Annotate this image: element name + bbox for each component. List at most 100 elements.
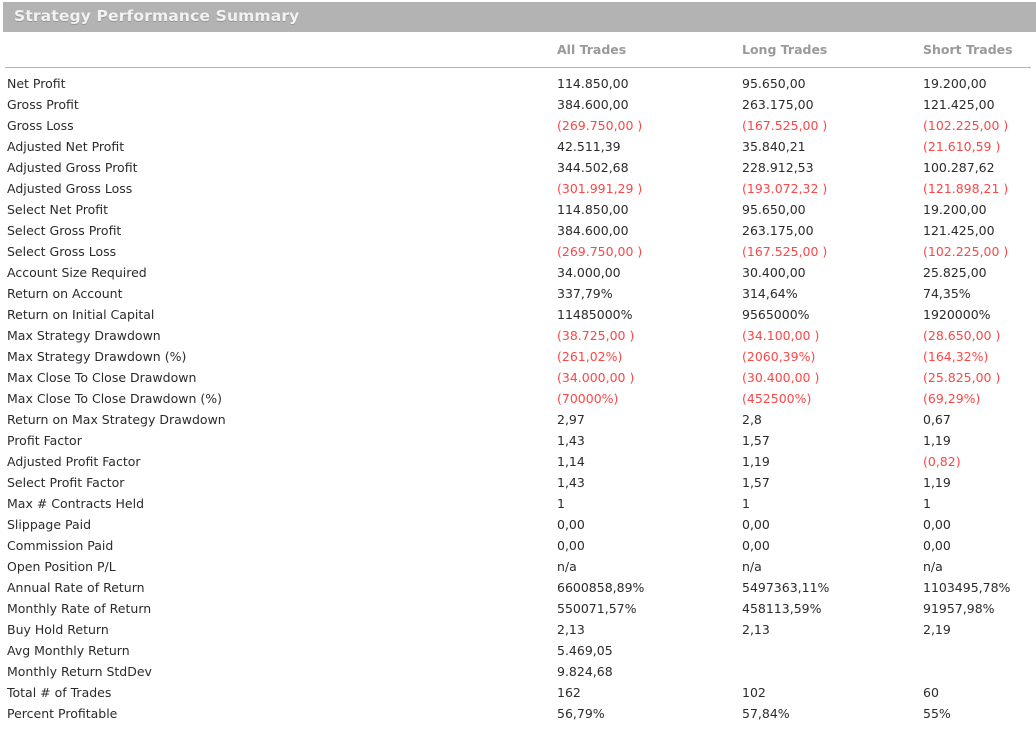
metric-label: Select Gross Loss — [7, 241, 116, 262]
metric-value: (30.400,00 ) — [742, 367, 819, 388]
metric-value: 228.912,53 — [742, 157, 814, 178]
metrics-table: Net Profit 114.850,00 95.650,00 19.200,00 Gr… — [0, 73, 1036, 724]
metric-value: 60 — [923, 682, 939, 703]
metric-value: 102 — [742, 682, 766, 703]
metric-value: (25.825,00 ) — [923, 367, 1000, 388]
metric-label: Slippage Paid — [7, 514, 91, 535]
metric-value: n/a — [742, 556, 762, 577]
metric-value: 1,19 — [742, 451, 770, 472]
metric-value: n/a — [557, 556, 577, 577]
metric-value: 121.425,00 — [923, 220, 995, 241]
metric-value: (38.725,00 ) — [557, 325, 634, 346]
metric-value: (34.000,00 ) — [557, 367, 634, 388]
metric-label: Return on Initial Capital — [7, 304, 154, 325]
metric-value: (164,32%) — [923, 346, 988, 367]
table-row: Select Gross Profit384.600,00263.175,001… — [0, 220, 1036, 241]
table-row: Adjusted Gross Loss (301.991,29 ) (193.072… — [0, 178, 1036, 199]
metric-value: 1103495,78% — [923, 577, 1010, 598]
metric-label: Adjusted Gross Profit — [7, 157, 137, 178]
metric-value: 1 — [923, 493, 931, 514]
metric-label: Adjusted Net Profit — [7, 136, 124, 157]
metric-label: Max Close To Close Drawdown — [7, 367, 196, 388]
table-row: Commission Paid0,000,000,00 — [0, 535, 1036, 556]
metric-label: Gross Profit — [7, 94, 79, 115]
metric-value: 0,00 — [742, 514, 770, 535]
table-row: Max Strategy Drawdown (%)(261,02%)(2060,… — [0, 346, 1036, 367]
metric-label: Max Close To Close Drawdown (%) — [7, 388, 222, 409]
metric-value: 0,00 — [923, 535, 951, 556]
metric-value: 1,14 — [557, 451, 585, 472]
metric-value: 1 — [742, 493, 750, 514]
metric-value: (167.525,00 ) — [742, 115, 827, 136]
metric-label: Account Size Required — [7, 262, 147, 283]
metric-label: Return on Account — [7, 283, 122, 304]
table-row: Buy Hold Return2,132,132,19 — [0, 619, 1036, 640]
metric-value: (70000%) — [557, 388, 618, 409]
table-row: Monthly Return StdDev9.824,68 — [0, 661, 1036, 682]
table-row: Percent Profitable 56,79% 57,84% 55% — [0, 703, 1036, 724]
table-row: Annual Rate of Return6600858,89%5497363,… — [0, 577, 1036, 598]
metric-value: (452500%) — [742, 388, 811, 409]
metric-value: (269.750,00 ) — [557, 115, 642, 136]
metric-value: 1,57 — [742, 430, 770, 451]
metric-value: 57,84% — [742, 703, 790, 724]
metric-value: (193.072,32 ) — [742, 178, 827, 199]
metric-value: 263.175,00 — [742, 94, 814, 115]
metric-label: Max Strategy Drawdown (%) — [7, 346, 186, 367]
metric-value: 1,19 — [923, 430, 951, 451]
table-row: Monthly Rate of Return550071,57%458113,5… — [0, 598, 1036, 619]
metric-value: 95.650,00 — [742, 73, 806, 94]
metric-value: 1 — [557, 493, 565, 514]
metric-label: Max # Contracts Held — [7, 493, 144, 514]
table-row: Select Net Profit114.850,0095.650,0019.2… — [0, 199, 1036, 220]
metric-label: Adjusted Gross Loss — [7, 178, 132, 199]
metric-value: 2,8 — [742, 409, 762, 430]
metric-label: Profit Factor — [7, 430, 82, 451]
metric-value: 458113,59% — [742, 598, 821, 619]
metric-value: 2,13 — [742, 619, 770, 640]
table-row: Total # of Trades16210260 — [0, 682, 1036, 703]
table-row: Select Profit Factor1,431,571,19 — [0, 472, 1036, 493]
metric-value: 0,00 — [923, 514, 951, 535]
metric-value: 55% — [923, 703, 951, 724]
metric-value: (269.750,00 ) — [557, 241, 642, 262]
metric-value: 162 — [557, 682, 581, 703]
metric-value: 114.850,00 — [557, 199, 629, 220]
table-row: Adjusted Profit Factor1,141,19(0,82) — [0, 451, 1036, 472]
metric-value: 9.824,68 — [557, 661, 613, 682]
metric-value: (21.610,59 ) — [923, 136, 1000, 157]
metric-value: 1,19 — [923, 472, 951, 493]
metric-label: Return on Max Strategy Drawdown — [7, 409, 226, 430]
metric-value: 9565000% — [742, 304, 810, 325]
metric-value: 6600858,89% — [557, 577, 644, 598]
metric-value: 30.400,00 — [742, 262, 806, 283]
metric-label: Percent Profitable — [7, 703, 117, 724]
metric-value: 35.840,21 — [742, 136, 806, 157]
table-row: Return on Account337,79%314,64%74,35% — [0, 283, 1036, 304]
metric-label: Net Profit — [7, 73, 66, 94]
metric-value: 314,64% — [742, 283, 798, 304]
metric-value: 56,79% — [557, 703, 605, 724]
table-row: Gross Loss(269.750,00 )(167.525,00 )(102… — [0, 115, 1036, 136]
metric-label: Adjusted Profit Factor — [7, 451, 141, 472]
metric-value: 344.502,68 — [557, 157, 629, 178]
table-row: Return on Initial Capital11485000%956500… — [0, 304, 1036, 325]
table-row: Net Profit114.850,0095.650,0019.200,00 — [0, 73, 1036, 94]
column-header-all-trades: All Trades — [557, 42, 626, 57]
metric-label: Select Gross Profit — [7, 220, 121, 241]
metric-value: 34.000,00 — [557, 262, 621, 283]
column-header-short-trades: Short Trades — [923, 42, 1013, 57]
metric-value: 2,19 — [923, 619, 951, 640]
metric-value: (301.991,29 ) — [557, 178, 642, 199]
metric-value: 263.175,00 — [742, 220, 814, 241]
table-row: Max Strategy Drawdown(38.725,00 )(34.100… — [0, 325, 1036, 346]
table-row: Avg Monthly Return5.469,05 — [0, 640, 1036, 661]
metric-value: 2,13 — [557, 619, 585, 640]
metric-value: 19.200,00 — [923, 73, 987, 94]
table-row: Return on Max Strategy Drawdown2,972,80,… — [0, 409, 1036, 430]
metric-value: (102.225,00 ) — [923, 115, 1008, 136]
table-row: Profit Factor1,431,571,19 — [0, 430, 1036, 451]
table-row: Max Close To Close Drawdown (34.000,00 ) (… — [0, 367, 1036, 388]
metric-value: (167.525,00 ) — [742, 241, 827, 262]
metric-label: Select Profit Factor — [7, 472, 124, 493]
